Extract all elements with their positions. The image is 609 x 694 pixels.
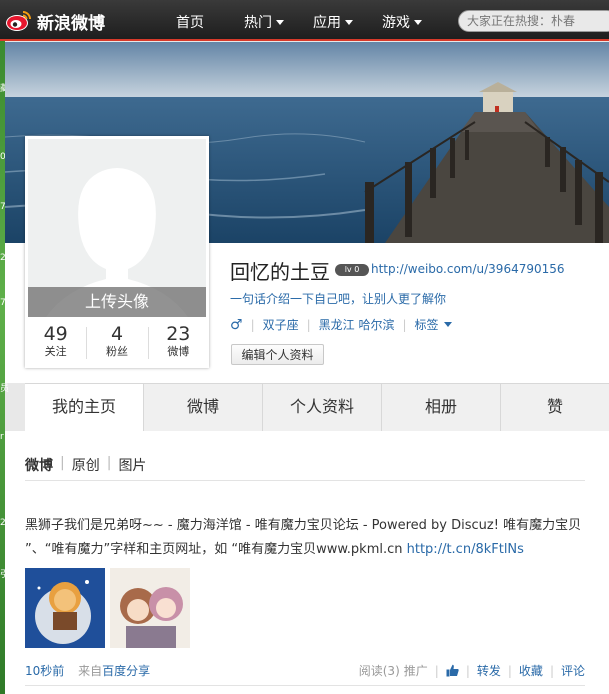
profile-meta: ♂ | 双子座 | 黑龙江 哈尔滨 | 标签 — [230, 316, 452, 333]
avatar[interactable]: 上传头像 — [28, 139, 206, 317]
stat-following-label: 关注 — [44, 345, 67, 358]
divider — [25, 685, 585, 686]
tab-my-home[interactable]: 我的主页 — [25, 384, 144, 432]
divider: | — [106, 455, 112, 471]
filter-all-weibo[interactable]: 微博 — [25, 455, 53, 475]
post-source-prefix: 来自 — [78, 664, 103, 678]
tab-likes[interactable]: 赞 — [501, 384, 609, 432]
nav-hot-label: 热门 — [244, 15, 272, 31]
feed-filter: 微博 | 原创 | 图片 — [25, 455, 146, 475]
tab-album[interactable]: 相册 — [382, 384, 501, 432]
upload-avatar-button[interactable]: 上传头像 — [28, 287, 206, 317]
nav-games-label: 游戏 — [382, 15, 410, 31]
divider: | — [60, 455, 65, 471]
stat-followers[interactable]: 4 粉丝 — [86, 319, 147, 366]
logo-text: 新浪微博 — [37, 13, 105, 34]
divider: | — [465, 663, 470, 678]
weibo-logo[interactable]: 新浪微博 — [5, 8, 105, 34]
edge-char: 员 — [0, 384, 10, 394]
filter-original[interactable]: 原创 — [72, 455, 100, 475]
post-footer: 10秒前 来自百度分享 阅读(3) 推广 | | 转发 | 收藏 | 评论 — [25, 662, 585, 679]
nav-hot[interactable]: 热门 — [244, 12, 284, 32]
chevron-down-icon — [414, 19, 422, 25]
divider: | — [549, 663, 554, 678]
forward-button[interactable]: 转发 — [477, 662, 501, 679]
top-nav-bar: 新浪微博 首页 热门 应用 游戏 大家正在热搜：朴春 — [0, 0, 609, 41]
nav-games[interactable]: 游戏 — [382, 12, 422, 32]
stat-following[interactable]: 49 关注 — [25, 319, 86, 366]
nav-apps-label: 应用 — [313, 15, 341, 31]
profile-tabs: 我的主页 微博 个人资料 相册 赞 — [25, 383, 609, 432]
profile-url-link[interactable]: http://weibo.com/u/3964790156 — [371, 262, 565, 276]
promote-link[interactable]: 推广 — [404, 662, 428, 679]
post-image-1[interactable] — [25, 568, 105, 648]
nav-apps[interactable]: 应用 — [313, 12, 353, 32]
anime-illustration-image — [110, 568, 190, 648]
cartoon-character-image — [25, 568, 105, 648]
tags-dropdown[interactable]: 标签 — [415, 316, 439, 333]
divider: | — [402, 317, 407, 332]
post-image-2[interactable] — [110, 568, 190, 648]
divider: | — [250, 317, 255, 332]
stat-posts-count: 23 — [166, 323, 191, 345]
stat-followers-label: 粉丝 — [105, 345, 128, 358]
weibo-eye-icon — [6, 11, 31, 31]
chevron-down-icon — [276, 19, 284, 25]
profile-intro-link[interactable]: 一句话介绍一下自己吧，让别人更了解你 — [230, 290, 446, 307]
search-input[interactable]: 大家正在热搜：朴春 — [458, 10, 609, 32]
read-count: 阅读(3) — [358, 664, 400, 678]
divider: | — [434, 663, 439, 678]
tab-profile[interactable]: 个人资料 — [263, 384, 382, 432]
location-link[interactable]: 黑龙江 哈尔滨 — [319, 316, 395, 333]
profile-stats: 49 关注 4 粉丝 23 微博 — [25, 319, 209, 366]
level-badge[interactable]: lv 0 — [335, 264, 369, 276]
stat-posts[interactable]: 23 微博 — [147, 319, 209, 366]
filter-images[interactable]: 图片 — [118, 455, 146, 475]
nav-home[interactable]: 首页 — [176, 12, 204, 32]
stat-followers-count: 4 — [110, 323, 124, 345]
divider — [25, 480, 585, 481]
chevron-down-icon — [443, 322, 452, 327]
tab-weibo[interactable]: 微博 — [144, 384, 263, 432]
divider: | — [306, 317, 311, 332]
nav-home-label: 首页 — [176, 15, 204, 31]
comment-button[interactable]: 评论 — [561, 662, 585, 679]
stat-following-count: 49 — [43, 323, 68, 345]
post-actions: 阅读(3) 推广 | | 转发 | 收藏 | 评论 — [359, 662, 585, 679]
post-timestamp[interactable]: 10秒前 — [25, 664, 64, 678]
post-short-link[interactable]: http://t.cn/8kFtlNs — [407, 542, 524, 557]
post-source-link[interactable]: 百度分享 — [102, 664, 150, 678]
gender-male-icon: ♂ — [230, 316, 243, 333]
stat-posts-label: 微博 — [167, 345, 190, 358]
chevron-down-icon — [345, 19, 353, 25]
constellation-link[interactable]: 双子座 — [263, 316, 299, 333]
favorite-button[interactable]: 收藏 — [519, 662, 543, 679]
thumbs-up-icon[interactable] — [446, 664, 459, 677]
post-content: 黑狮子我们是兄弟呀~~ - 魔力海洋馆 - 唯有魔力宝贝论坛 - Powered… — [25, 514, 585, 562]
divider: | — [507, 663, 512, 678]
profile-username: 回忆的土豆 — [230, 260, 330, 284]
edge-char: r — [0, 432, 4, 442]
edit-profile-button[interactable]: 编辑个人资料 — [231, 344, 324, 365]
avatar-card: 上传头像 49 关注 4 粉丝 23 微博 — [25, 136, 209, 368]
